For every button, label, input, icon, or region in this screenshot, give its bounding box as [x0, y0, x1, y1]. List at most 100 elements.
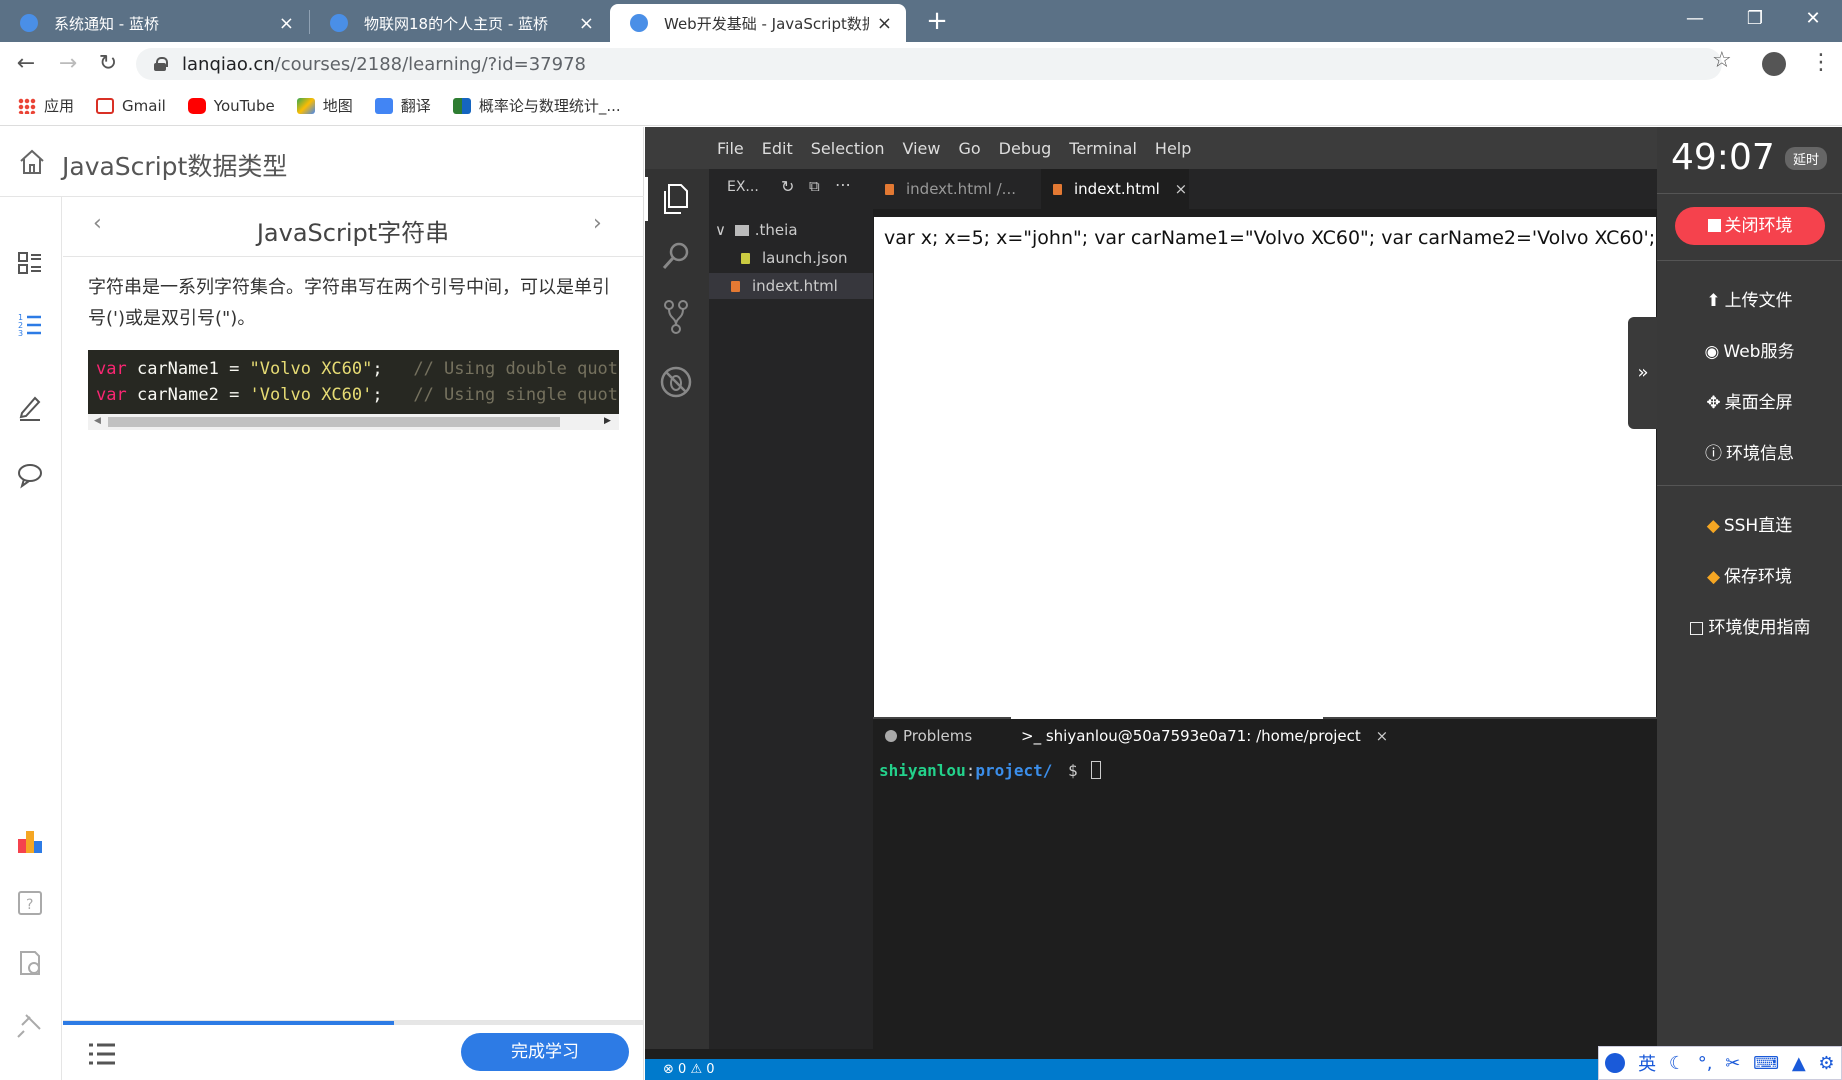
- upload-file-button[interactable]: ⬆ 上传文件: [1657, 286, 1842, 311]
- source-control-icon[interactable]: [661, 299, 691, 335]
- code-line: var carName2 = 'Volvo XC60'; // Using si…: [96, 382, 619, 408]
- menu-selection[interactable]: Selection: [811, 139, 885, 158]
- menu-list-icon[interactable]: [87, 1041, 117, 1067]
- tree-file-indext-html[interactable]: indext.html: [709, 273, 873, 299]
- code-horizontal-scrollbar[interactable]: ◀ ▶: [88, 414, 619, 430]
- save-environment-button[interactable]: ◆ 保存环境: [1657, 562, 1842, 587]
- close-tab-icon[interactable]: ×: [877, 13, 892, 34]
- scroll-left-arrow-icon[interactable]: ◀: [94, 416, 101, 426]
- report-issue-icon[interactable]: [16, 949, 44, 977]
- leaderboard-icon[interactable]: [16, 827, 44, 855]
- search-icon[interactable]: [661, 241, 691, 271]
- extend-time-badge[interactable]: 延时: [1785, 147, 1828, 170]
- panel-tab-terminal[interactable]: >_ shiyanlou@50a7593e0a71: /home/project…: [1021, 727, 1388, 745]
- bookmark-star-icon[interactable]: ☆: [1712, 48, 1732, 73]
- bookmark-label: 应用: [44, 97, 75, 115]
- note-pen-icon[interactable]: [16, 393, 44, 421]
- bookmark-label: 翻译: [400, 97, 431, 115]
- menu-go[interactable]: Go: [958, 139, 980, 158]
- stop-square-icon: [1707, 219, 1721, 232]
- scrollbar-thumb[interactable]: [108, 417, 560, 427]
- menu-help[interactable]: Help: [1155, 139, 1191, 158]
- environment-info-button[interactable]: ⓘ 环境信息: [1657, 439, 1842, 464]
- html-file-icon: [731, 281, 740, 292]
- moon-icon[interactable]: ☾: [1669, 1053, 1685, 1074]
- web-service-button[interactable]: ◉ Web服务: [1657, 337, 1842, 362]
- complete-lesson-button[interactable]: 完成学习: [461, 1033, 629, 1071]
- scroll-right-arrow-icon[interactable]: ▶: [604, 416, 611, 426]
- warning-count[interactable]: 0: [706, 1062, 714, 1077]
- punctuation-icon[interactable]: °,: [1698, 1053, 1713, 1074]
- menu-debug[interactable]: Debug: [999, 139, 1052, 158]
- menu-view[interactable]: View: [903, 139, 941, 158]
- code-identifier: carName2 =: [126, 385, 250, 405]
- bookmark-gmail[interactable]: Gmail: [96, 97, 166, 115]
- maximize-window-button[interactable]: ❐: [1726, 0, 1784, 38]
- bookmark-youtube[interactable]: YouTube: [187, 97, 275, 115]
- home-icon[interactable]: [18, 148, 46, 176]
- bookmark-label: Gmail: [122, 96, 166, 115]
- explorer-files-icon[interactable]: [661, 183, 691, 215]
- close-tab-icon[interactable]: ×: [579, 13, 594, 34]
- pin-icon[interactable]: [16, 1011, 44, 1039]
- keyboard-icon[interactable]: ⌨: [1753, 1053, 1779, 1074]
- back-button[interactable]: ←: [6, 42, 46, 86]
- desktop-fullscreen-button[interactable]: ✥ 桌面全屏: [1657, 388, 1842, 413]
- comment-bubble-icon[interactable]: [16, 461, 44, 489]
- close-window-button[interactable]: ✕: [1784, 0, 1842, 38]
- lesson-paragraph: 字符串是一系列字符集合。字符串写在两个引号中间，可以是单引号(')或是双引号("…: [88, 277, 610, 329]
- browser-tab-profile[interactable]: 物联网18的个人主页 - 蓝桥 ×: [310, 4, 608, 42]
- menu-file[interactable]: File: [717, 139, 744, 158]
- environment-guide-button[interactable]: □ 环境使用指南: [1657, 613, 1842, 638]
- bookmark-probability[interactable]: 概率论与数理统计_...: [452, 95, 621, 116]
- close-tab-icon[interactable]: ×: [1175, 180, 1188, 198]
- code-comment: // Using double quotes: [382, 359, 619, 379]
- terminal-cursor: [1091, 761, 1102, 779]
- ssh-connect-button[interactable]: ◆ SSH直连: [1657, 511, 1842, 536]
- close-tab-icon[interactable]: ×: [279, 13, 294, 34]
- error-count[interactable]: 0: [678, 1062, 686, 1077]
- skin-shirt-icon[interactable]: ▲: [1792, 1053, 1806, 1074]
- ime-logo-icon[interactable]: [1605, 1053, 1626, 1073]
- terminal[interactable]: shiyanlou:project/ $: [873, 755, 1657, 1049]
- minimize-window-button[interactable]: —: [1666, 0, 1724, 38]
- diamond-icon: ◆: [1706, 567, 1721, 587]
- collapse-panel-button[interactable]: »: [1628, 317, 1658, 429]
- more-actions-icon[interactable]: ⋯: [835, 175, 851, 194]
- close-environment-button[interactable]: 关闭环境: [1675, 207, 1825, 245]
- editor-tab-indext-html-path[interactable]: indext.html /...: [873, 169, 1037, 209]
- debug-icon[interactable]: [659, 365, 693, 399]
- lanqiao-favicon: [330, 14, 348, 32]
- bookmark-apps[interactable]: 应用: [18, 95, 74, 116]
- ime-language-toggle[interactable]: 英: [1638, 1050, 1656, 1076]
- close-tab-icon[interactable]: ×: [1376, 727, 1389, 745]
- upload-icon: ⬆: [1706, 291, 1721, 311]
- address-bar[interactable]: lanqiao.cn/courses/2188/learning/?id=379…: [136, 48, 1722, 80]
- reload-button[interactable]: ↻: [88, 42, 128, 86]
- bookmark-translate[interactable]: 翻译: [374, 95, 431, 116]
- tree-folder-theia[interactable]: ∨ .theia: [709, 217, 873, 243]
- settings-gear-icon[interactable]: ⚙: [1818, 1053, 1834, 1074]
- help-question-icon[interactable]: ?: [16, 889, 44, 917]
- tab-label: 物联网18的个人主页 - 蓝桥: [364, 14, 549, 33]
- new-tab-button[interactable]: +: [922, 6, 952, 36]
- tree-file-launch-json[interactable]: launch.json: [709, 245, 873, 271]
- tree-label: .theia: [754, 221, 798, 239]
- browser-tab-web-basics[interactable]: Web开发基础 - JavaScript数据类型 ×: [610, 4, 906, 42]
- numbered-list-icon[interactable]: 1 2 3: [16, 311, 44, 339]
- catalog-icon[interactable]: [16, 249, 44, 277]
- next-lesson-chevron-icon[interactable]: ›: [593, 211, 602, 236]
- collapse-all-icon[interactable]: ⧉: [809, 177, 820, 195]
- tool-label: 保存环境: [1724, 567, 1793, 587]
- profile-avatar-icon[interactable]: [1762, 52, 1786, 76]
- browser-tab-notifications[interactable]: 系统通知 - 蓝桥 ×: [0, 4, 308, 42]
- bookmark-maps[interactable]: 地图: [296, 95, 353, 116]
- menu-terminal[interactable]: Terminal: [1069, 139, 1137, 158]
- scissors-icon[interactable]: ✂: [1725, 1053, 1740, 1074]
- forward-button[interactable]: →: [48, 42, 88, 86]
- browser-menu-icon[interactable]: ⋮: [1810, 50, 1832, 75]
- panel-tab-problems[interactable]: Problems: [885, 727, 972, 745]
- menu-edit[interactable]: Edit: [762, 139, 793, 158]
- editor-tab-indext-html[interactable]: indext.html ×: [1041, 169, 1189, 209]
- refresh-icon[interactable]: ↻: [781, 177, 794, 196]
